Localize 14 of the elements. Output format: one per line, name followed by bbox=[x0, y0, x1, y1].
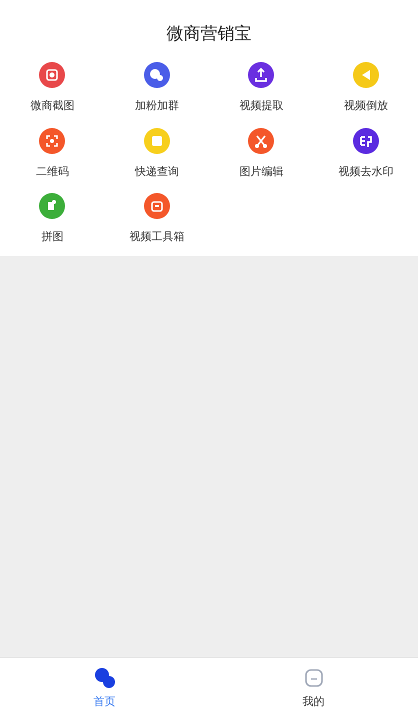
tool-button[interactable]: 微商截图 bbox=[0, 62, 104, 114]
page-title: 微商营销宝 bbox=[166, 23, 252, 45]
tool-button[interactable]: 拼图 bbox=[0, 193, 104, 246]
tool-button[interactable]: 视频倒放 bbox=[314, 62, 418, 114]
tab-item[interactable]: 首页 bbox=[0, 658, 209, 722]
tool-button[interactable]: 快递查询 bbox=[104, 128, 209, 180]
tool-button[interactable]: 二维码 bbox=[0, 128, 104, 180]
tool-button[interactable]: 加粉加群 bbox=[104, 62, 209, 114]
tool-button[interactable]: 图片编辑 bbox=[209, 128, 314, 180]
tool-button[interactable]: 视频去水印 bbox=[314, 128, 418, 180]
tab-item[interactable]: 我的 bbox=[209, 658, 418, 722]
profile-icon bbox=[302, 667, 324, 689]
tool-button[interactable]: 视频工具箱 bbox=[104, 193, 209, 246]
tool-button[interactable]: 视频提取 bbox=[209, 62, 314, 114]
